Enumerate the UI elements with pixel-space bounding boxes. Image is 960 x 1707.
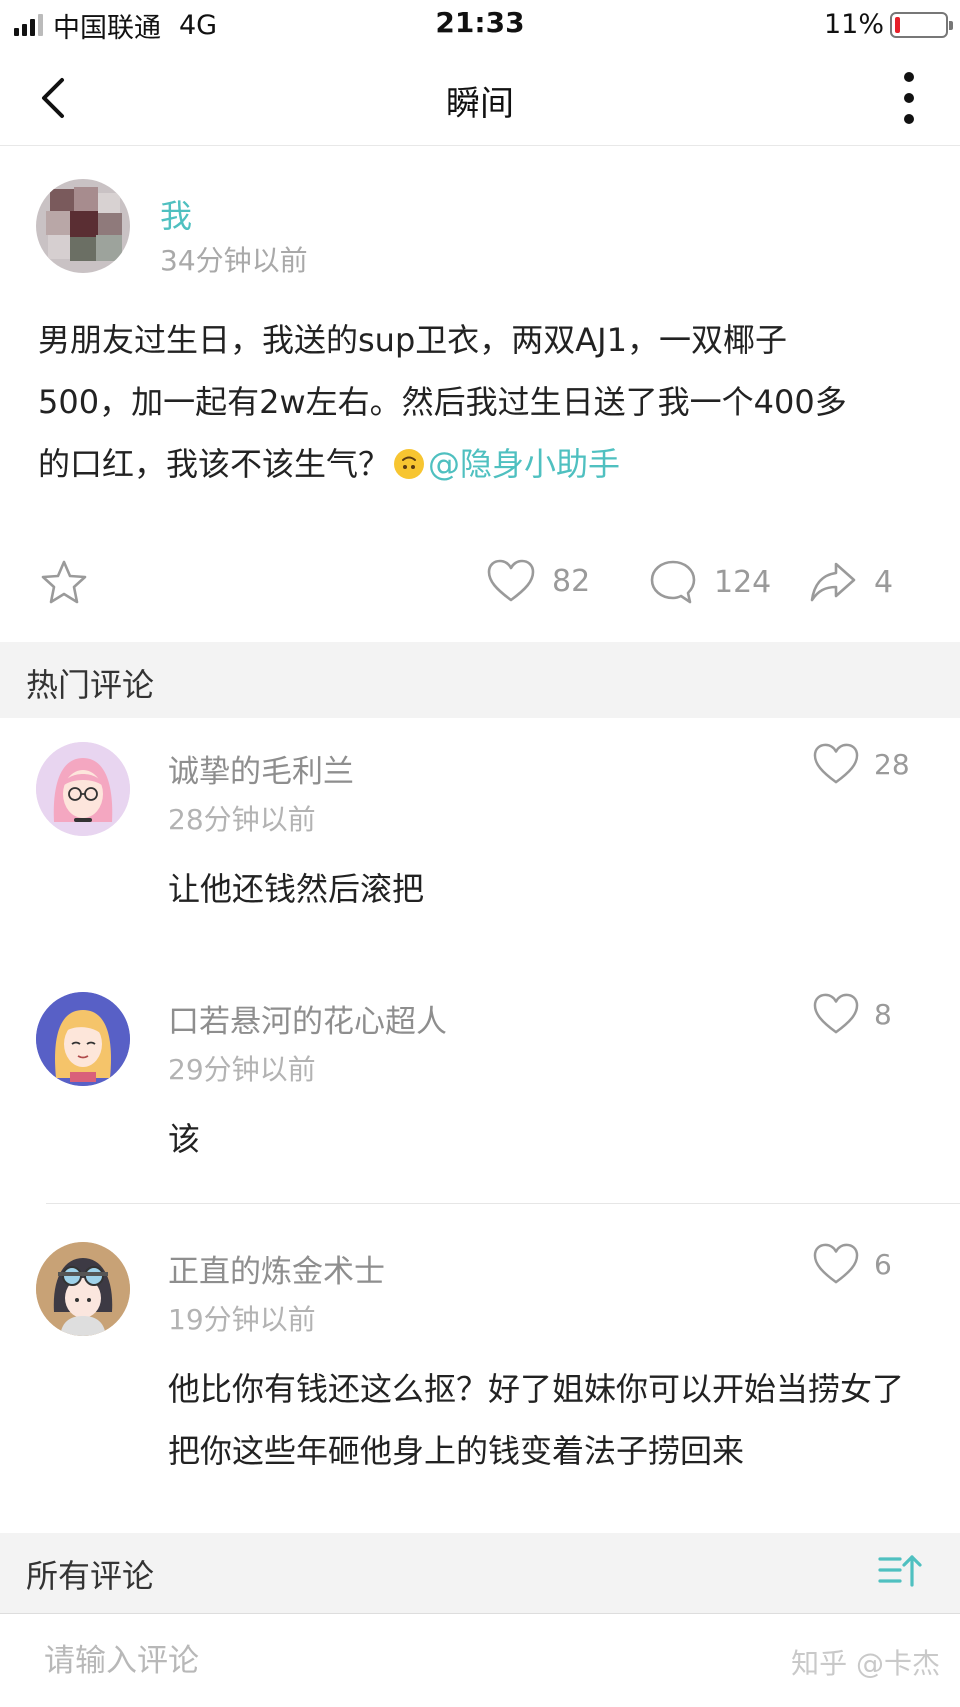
avatar[interactable] (36, 992, 130, 1086)
sort-ascending-icon[interactable] (878, 1553, 924, 1593)
commenter-name[interactable]: 诚挚的毛利兰 (168, 746, 354, 791)
all-comments-header: 所有评论 (0, 1533, 960, 1613)
comment-input[interactable] (0, 1614, 740, 1707)
star-icon (41, 560, 87, 604)
post-author[interactable]: 我 (160, 191, 192, 237)
upside-down-face-emoji-icon (394, 449, 425, 479)
comment-like-button[interactable]: 28 (812, 742, 910, 786)
heart-icon (813, 1243, 859, 1284)
status-bar: 中国联通 4G 21:33 11% (0, 0, 960, 50)
comment-button[interactable]: 124 (648, 558, 771, 606)
post-actions: 82 124 4 (0, 542, 960, 622)
battery-icon (890, 11, 953, 38)
section-title: 热门评论 (26, 666, 155, 704)
status-time: 21:33 (435, 6, 525, 39)
battery-indicator: 11% (823, 9, 953, 40)
favorite-button[interactable] (38, 558, 90, 608)
comment-like-button[interactable]: 8 (812, 992, 892, 1036)
comment-count: 124 (714, 564, 772, 600)
comment-item: 正直的炼金术士 19分钟以前 6 他比你有钱还这么抠？好了姐妹你可以开始当捞女了… (0, 1218, 960, 1528)
post-time: 34分钟以前 (160, 244, 308, 277)
comment-text: 让他还钱然后滚把 (168, 870, 425, 908)
avatar[interactable] (36, 742, 130, 836)
comment-text: 他比你有钱还这么抠？好了姐妹你可以开始当捞女了把你这些年砸他身上的钱变着法子捞回… (168, 1370, 905, 1470)
commenter-name[interactable]: 口若悬河的花心超人 (168, 996, 447, 1041)
hot-comments-header: 热门评论 (0, 642, 960, 718)
share-count: 4 (874, 564, 894, 600)
share-button[interactable]: 4 (808, 558, 893, 606)
battery-fill (895, 16, 900, 33)
comment-item: 诚挚的毛利兰 28分钟以前 28 让他还钱然后滚把 (0, 718, 960, 948)
commenter-name[interactable]: 正直的炼金术士 (168, 1246, 385, 1291)
comment-item: 口若悬河的花心超人 29分钟以前 8 该 (0, 968, 960, 1198)
comment-like-button[interactable]: 6 (812, 1242, 892, 1286)
post-text-line: 500，加一起有2w左右。然后我过生日送了我一个400多 (38, 383, 847, 421)
heart-icon (487, 559, 535, 602)
divider (46, 1203, 960, 1204)
comment-like-count: 8 (874, 997, 892, 1031)
watermark: 知乎 @卡杰 (791, 1647, 940, 1680)
share-arrow-icon (810, 562, 856, 602)
comment-bubble-icon (650, 560, 696, 604)
post-text-line: 的口红，我该不该生气？ @隐身小助手 (38, 433, 928, 495)
comment-time: 19分钟以前 (168, 1303, 316, 1336)
more-vertical-icon[interactable] (902, 72, 916, 124)
section-title: 所有评论 (26, 1557, 155, 1595)
heart-icon (813, 993, 859, 1034)
comment-like-count: 6 (874, 1247, 892, 1281)
comment-input-bar: 知乎 @卡杰 (0, 1613, 960, 1707)
post-content: 男朋友过生日，我送的sup卫衣，两双AJ1，一双椰子 500，加一起有2w左右。… (38, 309, 928, 495)
post-text-line: 男朋友过生日，我送的sup卫衣，两双AJ1，一双椰子 (38, 321, 787, 359)
comment-text: 该 (168, 1120, 201, 1158)
comment-time: 28分钟以前 (168, 803, 316, 836)
mention-link[interactable]: @隐身小助手 (428, 445, 620, 483)
avatar[interactable] (36, 179, 130, 273)
comment-time: 29分钟以前 (168, 1053, 316, 1086)
like-button[interactable]: 82 (486, 558, 590, 604)
avatar[interactable] (36, 1242, 130, 1336)
post-card: 我 34分钟以前 男朋友过生日，我送的sup卫衣，两双AJ1，一双椰子 500，… (0, 147, 960, 642)
page-title: 瞬间 (446, 84, 514, 124)
comment-like-count: 28 (874, 747, 910, 781)
battery-percent: 11% (823, 9, 884, 40)
post-text-segment: 的口红，我该不该生气？ (38, 445, 391, 483)
heart-icon (813, 743, 859, 784)
like-count: 82 (552, 563, 591, 599)
nav-bar: 瞬间 (0, 50, 960, 146)
